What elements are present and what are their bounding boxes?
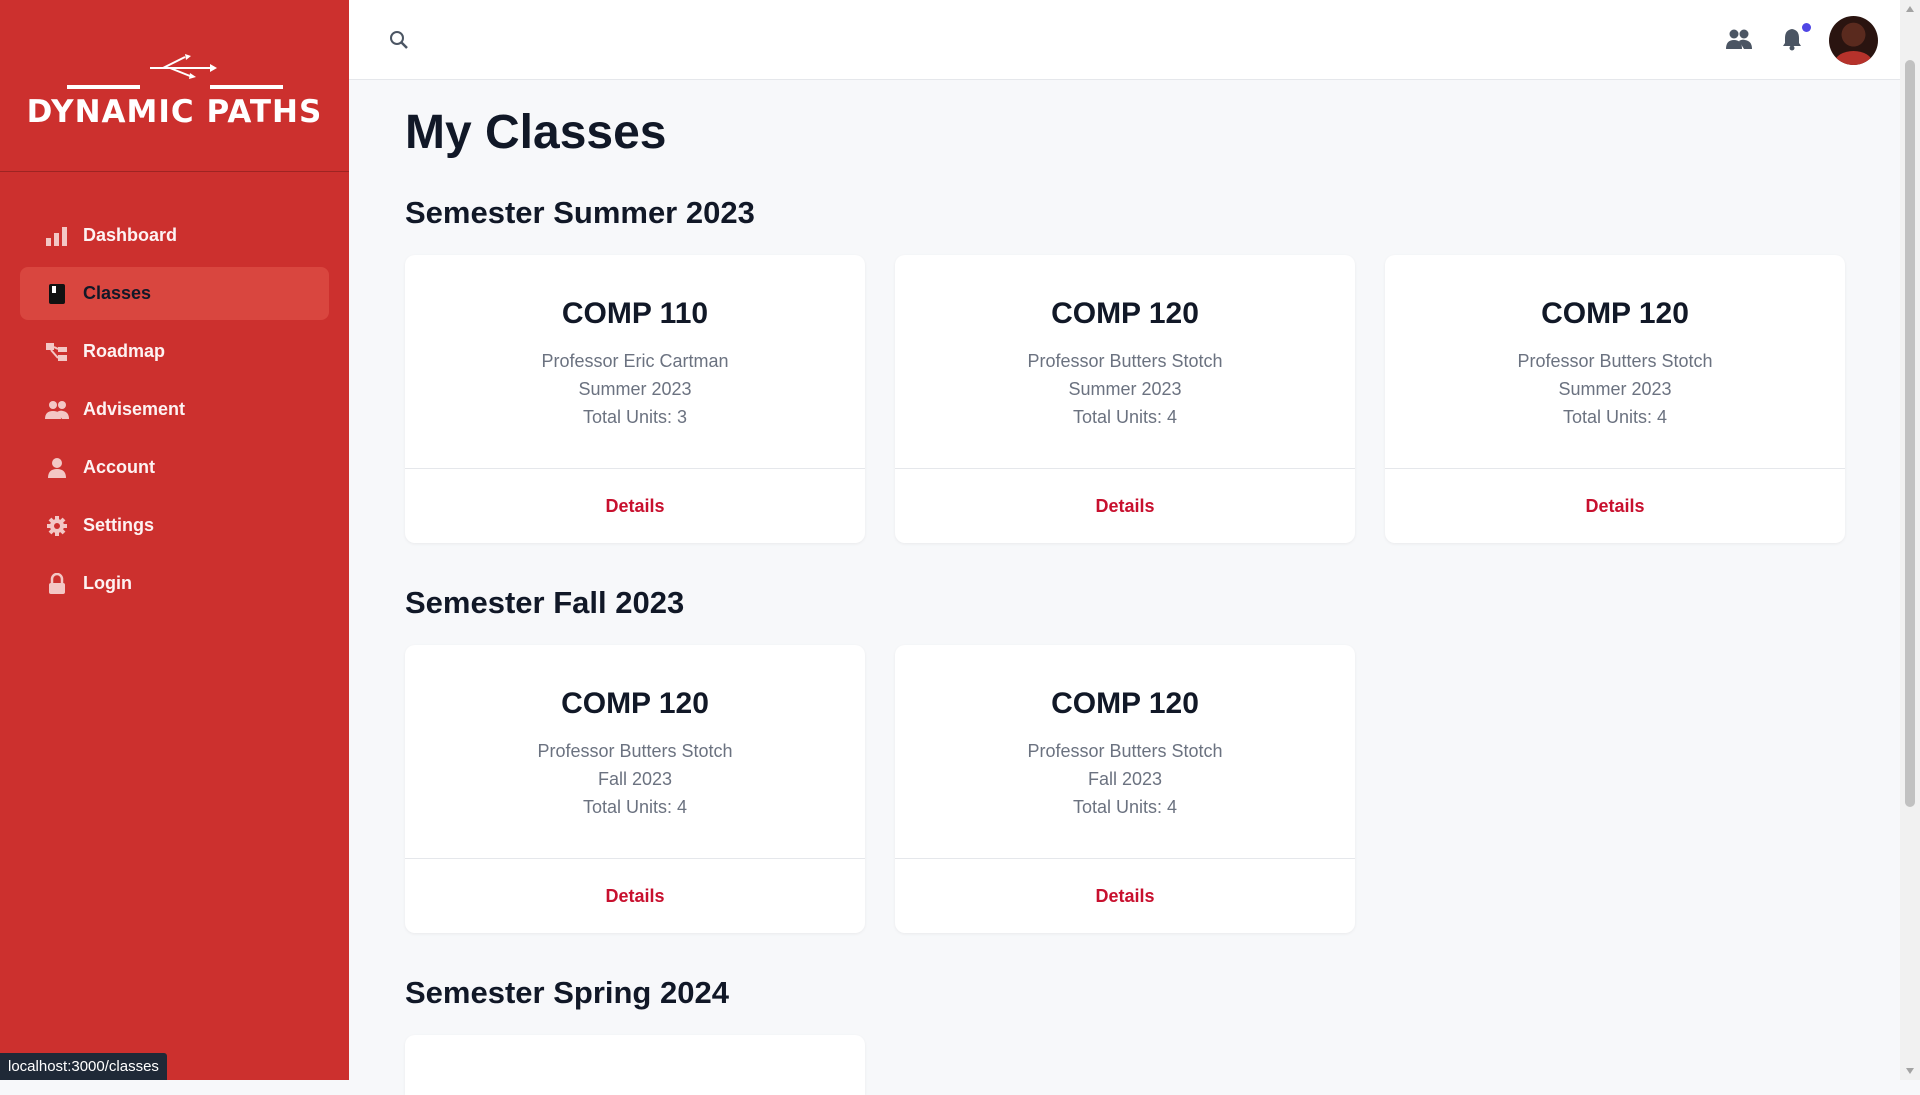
user-icon — [45, 456, 69, 480]
status-bar-url: localhost:3000/classes — [0, 1053, 167, 1080]
people-icon — [45, 398, 69, 422]
avatar[interactable] — [1829, 16, 1878, 65]
professor-name: Professor Butters Stotch — [1385, 347, 1845, 375]
sidebar-item-label: Login — [83, 573, 132, 594]
bell-icon[interactable] — [1781, 27, 1803, 56]
total-units: Total Units: 4 — [895, 403, 1355, 431]
lock-icon — [45, 572, 69, 596]
sidebar-item-label: Settings — [83, 515, 154, 536]
course-code: COMP 120 — [895, 297, 1355, 331]
term: Summer 2023 — [895, 375, 1355, 403]
sidebar-item-label: Account — [83, 457, 155, 478]
page-title: My Classes — [405, 105, 1845, 161]
professor-name: Professor Eric Cartman — [405, 347, 865, 375]
sidebar-item-label: Advisement — [83, 399, 185, 420]
course-code: COMP 120 — [1385, 297, 1845, 331]
sidebar-item-settings[interactable]: Settings — [20, 499, 329, 552]
total-units: Total Units: 4 — [1385, 403, 1845, 431]
class-grid — [405, 1035, 895, 1095]
logo-paths-icon — [50, 52, 300, 92]
book-icon — [45, 282, 69, 306]
class-card: COMP 120 Professor Butters Stotch Summer… — [1385, 255, 1845, 543]
scrollbar-thumb[interactable] — [1905, 60, 1915, 807]
term: Summer 2023 — [405, 375, 865, 403]
main-content: My Classes Semester Summer 2023 COMP 110… — [405, 80, 1845, 161]
roadmap-icon — [45, 340, 69, 364]
sidebar-item-account[interactable]: Account — [20, 441, 329, 494]
notification-dot — [1802, 23, 1811, 32]
class-card: COMP 120 Professor Butters Stotch Fall 2… — [895, 645, 1355, 933]
brand-logo[interactable]: DYNAMIC PATHS — [0, 0, 349, 172]
professor-name: Professor Butters Stotch — [405, 737, 865, 765]
details-link[interactable]: Details — [1585, 496, 1644, 517]
sidebar-nav: Dashboard Classes Roadmap Advisement Acc… — [0, 172, 349, 610]
sidebar-item-dashboard[interactable]: Dashboard — [20, 209, 329, 262]
details-link[interactable]: Details — [605, 496, 664, 517]
details-link[interactable]: Details — [1095, 886, 1154, 907]
class-grid: COMP 110 Professor Eric Cartman Summer 2… — [405, 255, 1875, 543]
semester-title: Semester Summer 2023 — [405, 195, 755, 231]
sidebar-item-label: Roadmap — [83, 341, 165, 362]
bar-chart-icon — [45, 224, 69, 248]
semester-title: Semester Spring 2024 — [405, 975, 729, 1011]
brand-name: DYNAMIC PATHS — [27, 94, 323, 130]
details-link[interactable]: Details — [1095, 496, 1154, 517]
semester-title: Semester Fall 2023 — [405, 585, 684, 621]
professor-name: Professor Butters Stotch — [895, 737, 1355, 765]
professor-name: Professor Butters Stotch — [895, 347, 1355, 375]
course-code: COMP 120 — [405, 687, 865, 721]
term: Summer 2023 — [1385, 375, 1845, 403]
total-units: Total Units: 4 — [895, 793, 1355, 821]
total-units: Total Units: 4 — [405, 793, 865, 821]
sidebar-item-login[interactable]: Login — [20, 557, 329, 610]
sidebar-item-roadmap[interactable]: Roadmap — [20, 325, 329, 378]
total-units: Total Units: 3 — [405, 403, 865, 431]
gear-icon — [45, 514, 69, 538]
term: Fall 2023 — [895, 765, 1355, 793]
scrollbar[interactable] — [1900, 0, 1920, 1080]
sidebar-item-label: Dashboard — [83, 225, 177, 246]
class-card — [405, 1035, 865, 1095]
top-header — [349, 0, 1900, 80]
term: Fall 2023 — [405, 765, 865, 793]
details-link[interactable]: Details — [605, 886, 664, 907]
scroll-down-icon[interactable] — [1906, 1068, 1914, 1074]
sidebar-item-classes[interactable]: Classes — [20, 267, 329, 320]
course-code: COMP 120 — [895, 687, 1355, 721]
sidebar: DYNAMIC PATHS Dashboard Classes Roadmap … — [0, 0, 349, 1080]
class-grid: COMP 120 Professor Butters Stotch Fall 2… — [405, 645, 1385, 933]
sidebar-item-advisement[interactable]: Advisement — [20, 383, 329, 436]
people-icon[interactable] — [1726, 28, 1752, 55]
scroll-up-icon[interactable] — [1906, 6, 1914, 12]
class-card: COMP 110 Professor Eric Cartman Summer 2… — [405, 255, 865, 543]
class-card: COMP 120 Professor Butters Stotch Fall 2… — [405, 645, 865, 933]
class-card: COMP 120 Professor Butters Stotch Summer… — [895, 255, 1355, 543]
sidebar-item-label: Classes — [83, 283, 151, 304]
course-code: COMP 110 — [405, 297, 865, 331]
search-icon[interactable] — [389, 30, 409, 55]
